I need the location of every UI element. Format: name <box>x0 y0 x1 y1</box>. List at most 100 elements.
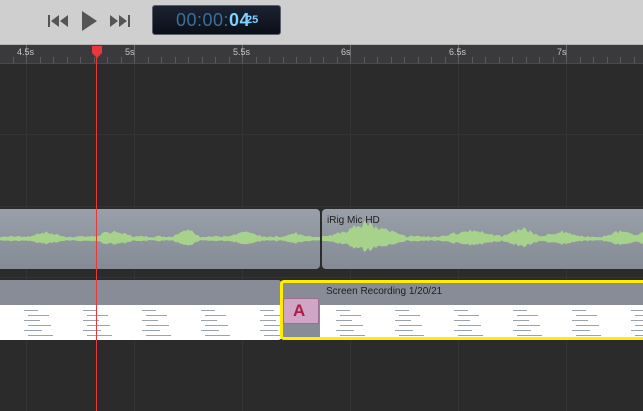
ruler-minor-tick <box>161 57 162 63</box>
ruler-minor-tick <box>620 57 621 63</box>
thumbnail-line <box>83 330 101 331</box>
filmstrip-thumbnail <box>193 307 233 338</box>
ruler-minor-tick <box>67 57 68 63</box>
play-button[interactable] <box>75 9 103 33</box>
ruler-minor-tick <box>445 57 446 63</box>
ruler-minor-tick <box>242 57 243 63</box>
ruler-minor-tick <box>539 57 540 63</box>
audio-clip-left[interactable] <box>0 209 320 269</box>
ruler-minor-tick <box>13 57 14 63</box>
thumbnail-line <box>146 315 167 316</box>
ruler-label: 7s <box>557 47 567 57</box>
fast-forward-button[interactable] <box>106 9 134 33</box>
ruler-label: 5.5s <box>233 47 251 57</box>
ruler-minor-tick <box>53 57 54 63</box>
thumbnail-line <box>24 310 38 311</box>
ruler-label: 4.5s <box>17 47 35 57</box>
ruler-minor-tick <box>256 57 257 63</box>
ruler-minor-tick <box>283 57 284 63</box>
thumbnail-line <box>28 315 49 316</box>
audio-waveform <box>0 229 320 246</box>
thumbnail-line <box>201 310 215 311</box>
thumbnail-line <box>142 330 160 331</box>
filmstrip-thumbnail <box>16 307 56 338</box>
transition-icon[interactable]: A <box>283 298 319 324</box>
video-clip-left[interactable] <box>0 280 282 340</box>
thumbnail-line <box>146 335 171 336</box>
ruler-minor-tick <box>566 57 567 63</box>
ruler-minor-tick <box>296 57 297 63</box>
rewind-icon <box>48 15 68 27</box>
video-filmstrip <box>0 305 282 340</box>
play-icon <box>82 11 97 31</box>
rewind-button[interactable] <box>44 9 72 33</box>
ruler-minor-tick <box>472 57 473 63</box>
ruler-minor-tick <box>26 57 27 63</box>
ruler-minor-tick <box>526 57 527 63</box>
thumbnail-line <box>205 335 230 336</box>
thumbnail-line <box>142 310 156 311</box>
clip-selection-outline <box>280 280 643 340</box>
ruler-minor-tick <box>310 57 311 63</box>
ruler-minor-tick <box>229 57 230 63</box>
ruler-minor-tick <box>80 57 81 63</box>
thumbnail-line <box>24 320 40 321</box>
ruler-minor-tick <box>40 57 41 63</box>
ruler-minor-tick <box>215 57 216 63</box>
thumbnail-line <box>28 335 53 336</box>
ruler-minor-tick <box>364 57 365 63</box>
ruler-minor-tick <box>607 57 608 63</box>
ruler-minor-tick <box>580 57 581 63</box>
timecode-display[interactable]: 00:00:04 25 <box>152 5 281 35</box>
timecode-value: 00:00:04 <box>176 10 250 31</box>
thumbnail-line <box>28 325 51 326</box>
thumbnail-line <box>205 315 226 316</box>
ruler-minor-tick <box>418 57 419 63</box>
audio-clip-label: iRig Mic HD <box>327 215 380 226</box>
thumbnail-line <box>87 325 110 326</box>
ruler-minor-tick <box>202 57 203 63</box>
playhead-line[interactable] <box>96 50 97 411</box>
timecode-frames: 25 <box>246 14 259 26</box>
filmstrip-thumbnail <box>252 307 282 338</box>
ruler-minor-tick <box>350 57 351 63</box>
ruler-minor-tick <box>512 57 513 63</box>
toolbar: 00:00:04 25 <box>0 0 643 45</box>
ruler-minor-tick <box>377 57 378 63</box>
ruler-minor-tick <box>134 57 135 63</box>
thumbnail-line <box>83 310 97 311</box>
ruler-minor-tick <box>269 57 270 63</box>
fast-forward-icon <box>110 15 130 27</box>
thumbnail-line <box>146 325 169 326</box>
ruler-label: 5s <box>125 47 135 57</box>
playhead-handle[interactable] <box>91 45 103 59</box>
ruler-minor-tick <box>323 57 324 63</box>
ruler-minor-tick <box>175 57 176 63</box>
thumbnail-line <box>87 315 108 316</box>
ruler-minor-tick <box>634 57 635 63</box>
thumbnail-line <box>205 325 228 326</box>
ruler-minor-tick <box>431 57 432 63</box>
ruler-minor-tick <box>404 57 405 63</box>
ruler-label: 6.5s <box>449 47 467 57</box>
ruler-minor-tick <box>553 57 554 63</box>
thumbnail-line <box>260 330 278 331</box>
thumbnail-line <box>142 320 158 321</box>
filmstrip-thumbnail <box>134 307 174 338</box>
ruler-minor-tick <box>121 57 122 63</box>
thumbnail-line <box>260 310 274 311</box>
ruler-minor-tick <box>485 57 486 63</box>
ruler-minor-tick <box>391 57 392 63</box>
ruler-minor-tick <box>499 57 500 63</box>
ruler-minor-tick <box>593 57 594 63</box>
thumbnail-line <box>24 330 42 331</box>
ruler-minor-tick <box>337 57 338 63</box>
ruler-minor-tick <box>188 57 189 63</box>
thumbnail-line <box>87 335 112 336</box>
ruler-minor-tick <box>107 57 108 63</box>
timecode-dim: 00:00: <box>176 10 230 30</box>
ruler-label: 6s <box>341 47 351 57</box>
audio-clip-irig[interactable]: iRig Mic HD <box>322 209 643 269</box>
thumbnail-line <box>260 320 276 321</box>
thumbnail-line <box>201 320 217 321</box>
